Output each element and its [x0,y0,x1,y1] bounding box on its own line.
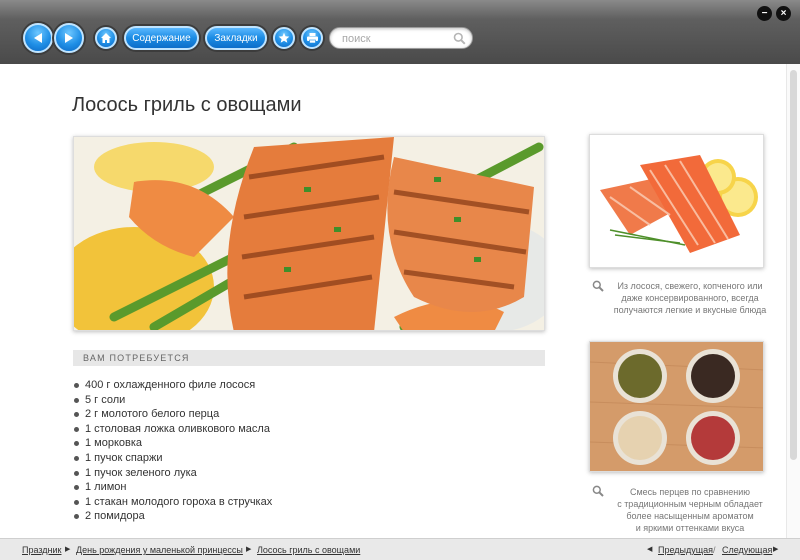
breadcrumb-item-holiday[interactable]: Праздник [22,539,62,560]
caption-line: с традиционным черным обладает [617,499,763,509]
pepper-caption: Смесь перцев по сравнению с традиционным… [612,486,768,534]
ingredient-item: 400 г охлажденного филе лосося [73,378,272,393]
previous-page-link[interactable]: Предыдущая [658,539,713,560]
close-icon: × [780,8,787,19]
print-icon [306,33,318,44]
close-button[interactable]: × [776,6,791,21]
page-title: Лосось гриль с овощами [72,94,302,116]
star-icon [278,32,290,43]
magnifier-icon [592,280,604,292]
search-icon[interactable] [453,32,466,45]
forward-button[interactable] [54,23,84,53]
main-dish-photo [73,136,545,331]
contents-button[interactable]: Содержание [124,26,199,50]
breadcrumb-item-birthday[interactable]: День рождения у маленькой принцессы [76,539,243,560]
ingredient-item: 1 морковка [73,436,272,451]
favorite-button[interactable] [273,27,295,49]
peppercorns-photo [589,341,764,472]
app-window: Содержание Закладки − × Лосось гриль с о… [0,0,800,560]
salmon-caption: Из лосося, свежего, копченого или даже к… [612,280,768,316]
vertical-scrollbar[interactable] [786,64,800,538]
caption-line: и яркими оттенками вкуса [635,523,745,533]
back-arrow-icon [34,33,42,43]
caption-line: Из лосося, свежего, копченого или [617,281,763,291]
forward-arrow-icon [65,33,73,43]
home-icon [101,33,111,43]
ingredient-item: 1 пучок спаржи [73,451,272,466]
caption-line: получаются легкие и вкусные блюда [613,305,767,315]
search-box[interactable] [329,27,473,49]
triangle-separator-icon: ▶ [65,546,71,553]
triangle-separator-icon: ▶ [773,546,779,553]
minimize-icon: − [761,8,768,19]
breadcrumb: Праздник ▶ День рождения у маленькой при… [0,538,800,560]
minimize-button[interactable]: − [757,6,772,21]
triangle-left-icon: ◀ [647,546,653,553]
breadcrumb-item-current[interactable]: Лосось гриль с овощами [257,539,360,560]
top-toolbar: Содержание Закладки − × [0,0,800,64]
ingredient-item: 2 помидора [73,509,272,524]
bookmarks-button-label: Закладки [214,32,258,44]
bookmarks-button[interactable]: Закладки [205,26,267,50]
ingredients-list: 400 г охлажденного филе лосося 5 г соли … [73,378,272,524]
ingredient-item: 1 пучок зеленого лука [73,466,272,481]
next-page-link[interactable]: Следующая [722,539,772,560]
ingredient-item: 5 г соли [73,393,272,408]
ingredient-item: 1 стакан молодого гороха в стручках [73,495,272,510]
search-input[interactable] [342,31,452,46]
ingredient-item: 2 г молотого белого перца [73,407,272,422]
contents-button-label: Содержание [132,32,191,44]
ingredients-heading: ВАМ ПОТРЕБУЕТСЯ [73,350,545,366]
scrollbar-thumb[interactable] [790,70,797,460]
magnifier-icon [592,485,604,497]
back-button[interactable] [23,23,53,53]
home-button[interactable] [95,27,117,49]
salmon-photo [589,134,764,268]
ingredient-item: 1 лимон [73,480,272,495]
print-button[interactable] [301,27,323,49]
ingredient-item: 1 столовая ложка оливкового масла [73,422,272,437]
caption-line: Смесь перцев по сравнению [629,487,750,497]
triangle-separator-icon: ▶ [246,546,252,553]
nav-divider: / [713,545,716,555]
caption-line: даже консервированного, всегда [621,293,759,303]
caption-line: более насыщенным ароматом [626,511,754,521]
